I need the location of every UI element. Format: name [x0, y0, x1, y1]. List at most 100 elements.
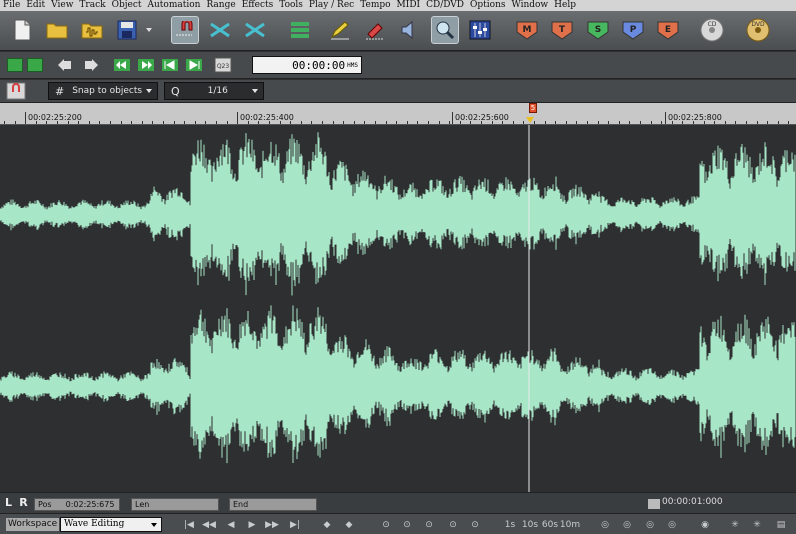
play-range-button[interactable] — [7, 58, 23, 72]
go-end-button[interactable]: ▶| — [286, 518, 304, 531]
snap-magnet-small-icon[interactable] — [5, 81, 27, 101]
mode-button-s[interactable]: S — [584, 16, 612, 44]
menu-item-effects[interactable]: Effects — [242, 0, 274, 11]
open-folder-button[interactable] — [43, 16, 71, 44]
menu-item-cd-dvd[interactable]: CD/DVD — [426, 0, 464, 11]
time-ruler[interactable]: 5 00:02:25:200 00:02:25:400 00:02:25:600 00… — [0, 103, 796, 125]
workspace-select[interactable]: Wave Editing — [60, 517, 162, 532]
timecode-display[interactable]: 00:00:00 HMS — [252, 56, 362, 74]
view-3-button[interactable]: ⊙ — [420, 518, 438, 531]
zoom-range-icon[interactable] — [648, 499, 660, 509]
zoom-tool-button[interactable] — [431, 16, 459, 44]
waveform-canvas[interactable] — [0, 125, 796, 492]
pos-value: 0:02:25:675 — [65, 500, 115, 509]
menu-item-edit[interactable]: Edit — [26, 0, 45, 11]
menu-item-help[interactable]: Help — [554, 0, 576, 11]
zoom-2-button[interactable]: ◎ — [618, 518, 636, 531]
eraser-tool-button[interactable] — [361, 16, 389, 44]
menu-item-options[interactable]: Options — [470, 0, 505, 11]
ruler-tick — [343, 121, 344, 124]
open-audio-button[interactable] — [78, 16, 106, 44]
end-field[interactable]: End — [229, 498, 317, 511]
ruler-tick — [555, 121, 556, 124]
cd-label: CD — [708, 21, 717, 28]
zoom-list-button[interactable]: ▤ — [772, 518, 790, 531]
go-start-button[interactable] — [161, 57, 179, 73]
fast-forward-button[interactable]: ▶▶ — [263, 518, 281, 531]
menu-item-file[interactable]: File — [3, 0, 20, 11]
prev-marker-button[interactable] — [56, 57, 74, 73]
zoom-fit-button[interactable]: ◉ — [696, 518, 714, 531]
step-back-button[interactable]: ◀ — [222, 518, 240, 531]
chevron-down-icon — [146, 89, 152, 93]
menu-item-window[interactable]: Window — [511, 0, 548, 11]
view-4-button[interactable]: ⊙ — [444, 518, 462, 531]
menu-item-object[interactable]: Object — [112, 0, 142, 11]
save-button[interactable] — [113, 16, 141, 44]
menu-item-track[interactable]: Track — [79, 0, 105, 11]
menu-item-view[interactable]: View — [51, 0, 73, 11]
save-dropdown-arrow[interactable] — [143, 16, 155, 44]
crossfade-alt-button[interactable] — [241, 16, 269, 44]
menu-item-midi[interactable]: MIDI — [397, 0, 421, 11]
rewind-button[interactable] — [113, 57, 131, 73]
step-forward-button[interactable]: ▶ — [243, 518, 261, 531]
zoom-in-button[interactable]: ✳ — [726, 518, 744, 531]
ruler-tick — [651, 121, 652, 124]
next-marker-button[interactable] — [82, 57, 100, 73]
zoom-1-button[interactable]: ◎ — [596, 518, 614, 531]
view-5-button[interactable]: ⊙ — [466, 518, 484, 531]
mode-button-m[interactable]: M — [513, 16, 541, 44]
go-end-button[interactable] — [185, 57, 203, 73]
mode-button-p[interactable]: P — [619, 16, 647, 44]
ruler-tick — [386, 121, 387, 124]
mode-button-e[interactable]: E — [654, 16, 682, 44]
zoom-out-button[interactable]: ✳ — [748, 518, 766, 531]
menu-item-play-rec[interactable]: Play / Rec — [309, 0, 354, 11]
view-1-button[interactable]: ⊙ — [377, 518, 395, 531]
quantize-select[interactable]: Q 1/16 — [164, 82, 264, 100]
right-channel-toggle[interactable]: R — [17, 496, 30, 511]
ruler-tick — [322, 121, 323, 124]
left-channel-toggle[interactable]: L — [2, 496, 15, 511]
marker-remove-button[interactable]: ◆ — [340, 518, 358, 531]
new-file-button[interactable] — [8, 16, 36, 44]
menu-item-tempo[interactable]: Tempo — [360, 0, 390, 11]
position-field[interactable]: Pos 0:02:25:675 — [34, 498, 120, 511]
time-step-button[interactable]: 1s — [500, 518, 520, 531]
rewind-button[interactable]: ◀◀ — [200, 518, 218, 531]
waveform-view[interactable] — [0, 125, 796, 492]
mode-label: T — [559, 25, 566, 35]
menu-item-tools[interactable]: Tools — [279, 0, 303, 11]
cd-button[interactable]: CD — [698, 16, 726, 44]
time-step-button[interactable]: 10s — [520, 518, 540, 531]
forward-button[interactable] — [137, 57, 155, 73]
ruler-tick — [121, 121, 122, 124]
menu-item-range[interactable]: Range — [206, 0, 235, 11]
end-label: End — [233, 500, 249, 509]
mixer-button[interactable] — [466, 16, 494, 44]
zoom-3-button[interactable]: ◎ — [641, 518, 659, 531]
menu-item-automation[interactable]: Automation — [148, 0, 201, 11]
marker-add-button[interactable]: ◆ — [318, 518, 336, 531]
time-step-button[interactable]: 60s — [540, 518, 560, 531]
snap-mode-select[interactable]: # Snap to objects — [48, 82, 158, 100]
length-field[interactable]: Len — [131, 498, 219, 511]
zoom-4-button[interactable]: ◎ — [663, 518, 681, 531]
cue-button[interactable]: Q23 — [213, 56, 233, 74]
speaker-tool-button[interactable] — [396, 16, 424, 44]
playhead-marker-icon[interactable] — [526, 117, 534, 123]
crossfade-button[interactable] — [206, 16, 234, 44]
time-step-button[interactable]: 10m — [560, 518, 580, 531]
dvd-button[interactable]: DVD — [744, 16, 772, 44]
marker-flag[interactable]: 5 — [529, 103, 537, 113]
mode-button-t[interactable]: T — [548, 16, 576, 44]
snap-magnet-button[interactable] — [171, 16, 199, 44]
go-start-button[interactable]: |◀ — [180, 518, 198, 531]
play-all-button[interactable] — [27, 58, 43, 72]
pencil-tool-button[interactable] — [326, 16, 354, 44]
mode-label: E — [665, 25, 671, 35]
track-list-button[interactable] — [286, 16, 314, 44]
view-2-button[interactable]: ⊙ — [398, 518, 416, 531]
ruler-tick — [534, 121, 535, 124]
